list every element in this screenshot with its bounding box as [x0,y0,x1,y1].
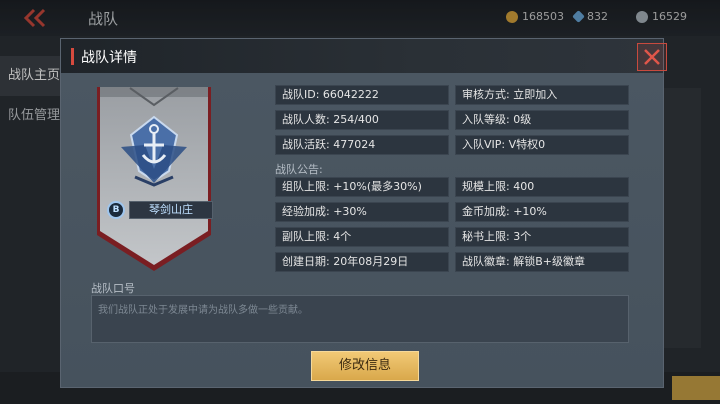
team-badge-field: 战队徽章: 解锁B+级徽章 [455,252,629,272]
team-members-field: 战队人数: 254/400 [275,110,449,130]
dialog-title: 战队详情 [81,50,137,66]
scale-limit-field: 规模上限: 400 [455,177,629,197]
announcement-label: 战队公告: [275,163,323,176]
join-vip-field: 入队VIP: V特权0 [455,135,629,155]
slogan-textbox[interactable]: 我们战队正处于发展中请为战队多做一些贡献。 [91,295,629,343]
close-icon [644,49,660,65]
slogan-label: 战队口号 [91,282,135,295]
team-id-field: 战队ID: 66042222 [275,85,449,105]
title-accent [71,48,74,65]
review-method-field: 审核方式: 立即加入 [455,85,629,105]
exp-bonus-field: 经验加成: +30% [275,202,449,222]
team-banner: B 琴剑山庄 [95,85,213,273]
team-limit-field: 组队上限: +10%(最多30%) [275,177,449,197]
gold-bonus-field: 金币加成: +10% [455,202,629,222]
team-name: 琴剑山庄 [129,201,213,219]
dialog-header: 战队详情 [61,39,663,74]
edit-info-button[interactable]: 修改信息 [311,351,419,381]
created-date-field: 创建日期: 20年08月29日 [275,252,449,272]
join-level-field: 入队等级: 0级 [455,110,629,130]
vice-limit-field: 副队上限: 4个 [275,227,449,247]
close-button[interactable] [637,43,667,71]
team-activity-field: 战队活跃: 477024 [275,135,449,155]
team-details-dialog: 战队详情 B 琴剑山庄 战队ID: 66042222 战队人数: 254/400… [60,38,667,388]
secretary-limit-field: 秘书上限: 3个 [455,227,629,247]
banner-flag-icon [97,87,211,271]
team-grade-badge: B [107,201,125,219]
